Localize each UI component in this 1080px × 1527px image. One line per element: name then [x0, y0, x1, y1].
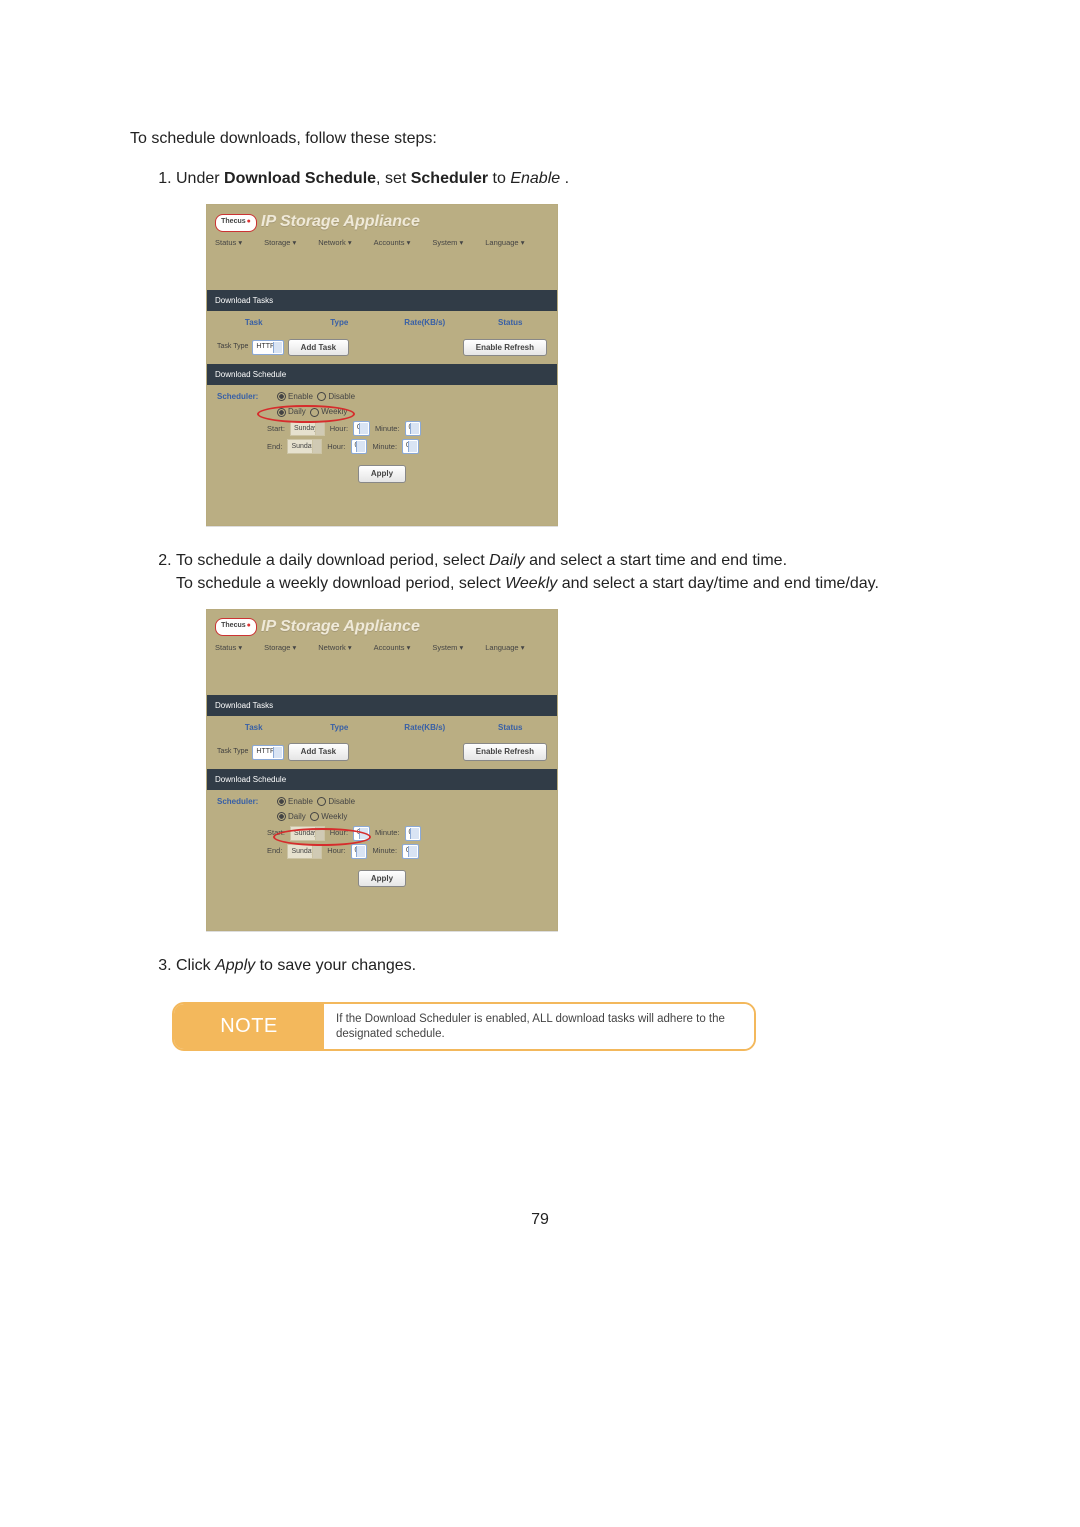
end-hour-select[interactable]: 0 [351, 439, 368, 454]
apply-button[interactable]: Apply [358, 870, 406, 887]
menu-language[interactable]: Language [485, 238, 524, 249]
end-day-select[interactable]: Sunday [287, 439, 322, 454]
task-table-header: TaskType Rate(KB/s)Status [207, 311, 557, 338]
section-download-schedule: Download Schedule [207, 364, 557, 385]
section-download-schedule: Download Schedule [207, 769, 557, 790]
intro-text: To schedule downloads, follow these step… [130, 130, 950, 148]
menu-system[interactable]: System [432, 238, 463, 249]
step-2: To schedule a daily download period, sel… [176, 550, 950, 931]
start-hour-select[interactable]: 0 [353, 421, 370, 436]
top-menu: Status Storage Network Accounts System L… [207, 639, 557, 654]
radio-disable[interactable] [317, 797, 326, 806]
enable-refresh-button[interactable]: Enable Refresh [463, 339, 547, 356]
note-box: NOTE If the Download Scheduler is enable… [172, 1002, 756, 1052]
menu-network[interactable]: Network [318, 643, 351, 654]
page-number: 79 [130, 1211, 950, 1229]
note-text: If the Download Scheduler is enabled, AL… [324, 1004, 754, 1050]
scheduler-label: Scheduler: [217, 391, 277, 402]
add-task-button[interactable]: Add Task [288, 339, 349, 356]
radio-disable[interactable] [317, 392, 326, 401]
screenshot-1: Thecus IP Storage Appliance Status Stora… [206, 204, 558, 526]
app-title: IP Storage Appliance [261, 616, 420, 638]
term-apply: Apply [215, 957, 255, 974]
start-label: Start: [267, 424, 285, 435]
term-enable: Enable [510, 170, 560, 187]
menu-language[interactable]: Language [485, 643, 524, 654]
radio-daily[interactable] [277, 812, 286, 821]
start-hour-select[interactable]: 0 [353, 826, 370, 841]
term-daily: Daily [489, 552, 525, 569]
menu-network[interactable]: Network [318, 238, 351, 249]
start-day-select[interactable]: Sunday [290, 421, 325, 436]
radio-weekly[interactable] [310, 812, 319, 821]
task-type-label: Task Type [217, 342, 248, 352]
menu-status[interactable]: Status [215, 643, 242, 654]
radio-enable[interactable] [277, 392, 286, 401]
menu-accounts[interactable]: Accounts [374, 238, 411, 249]
task-type-select[interactable]: HTTP [252, 745, 283, 760]
start-label: Start: [267, 828, 285, 839]
task-type-label: Task Type [217, 747, 248, 757]
steps-list: Under Download Schedule, set Scheduler t… [130, 168, 950, 978]
radio-enable[interactable] [277, 797, 286, 806]
enable-refresh-button[interactable]: Enable Refresh [463, 743, 547, 760]
menu-accounts[interactable]: Accounts [374, 643, 411, 654]
section-download-tasks: Download Tasks [207, 290, 557, 311]
scheduler-label: Scheduler: [217, 796, 277, 807]
end-day-select[interactable]: Sunday [287, 844, 322, 859]
end-label: End: [267, 442, 282, 453]
logo: Thecus [215, 214, 257, 232]
logo: Thecus [215, 618, 257, 636]
term-scheduler: Scheduler [411, 170, 488, 187]
term-download-schedule: Download Schedule [224, 170, 376, 187]
add-task-button[interactable]: Add Task [288, 743, 349, 760]
task-type-select[interactable]: HTTP [252, 340, 283, 355]
menu-storage[interactable]: Storage [264, 238, 296, 249]
menu-storage[interactable]: Storage [264, 643, 296, 654]
radio-daily[interactable] [277, 408, 286, 417]
end-minute-select[interactable]: 0 [402, 844, 419, 859]
section-download-tasks: Download Tasks [207, 695, 557, 716]
step-1: Under Download Schedule, set Scheduler t… [176, 168, 950, 526]
radio-weekly[interactable] [310, 408, 319, 417]
top-menu: Status Storage Network Accounts System L… [207, 234, 557, 249]
end-hour-select[interactable]: 0 [351, 844, 368, 859]
start-minute-select[interactable]: 0 [405, 826, 422, 841]
term-weekly: Weekly [505, 575, 557, 592]
screenshot-2: Thecus IP Storage Appliance Status Stora… [206, 609, 558, 931]
app-title: IP Storage Appliance [261, 211, 420, 233]
end-minute-select[interactable]: 0 [402, 439, 419, 454]
menu-status[interactable]: Status [215, 238, 242, 249]
note-label: NOTE [174, 1004, 324, 1050]
menu-system[interactable]: System [432, 643, 463, 654]
task-table-header: TaskType Rate(KB/s)Status [207, 716, 557, 743]
start-day-select[interactable]: Sunday [290, 826, 325, 841]
start-minute-select[interactable]: 0 [405, 421, 422, 436]
apply-button[interactable]: Apply [358, 465, 406, 482]
step-3: Click Apply to save your changes. [176, 955, 950, 977]
end-label: End: [267, 846, 282, 857]
